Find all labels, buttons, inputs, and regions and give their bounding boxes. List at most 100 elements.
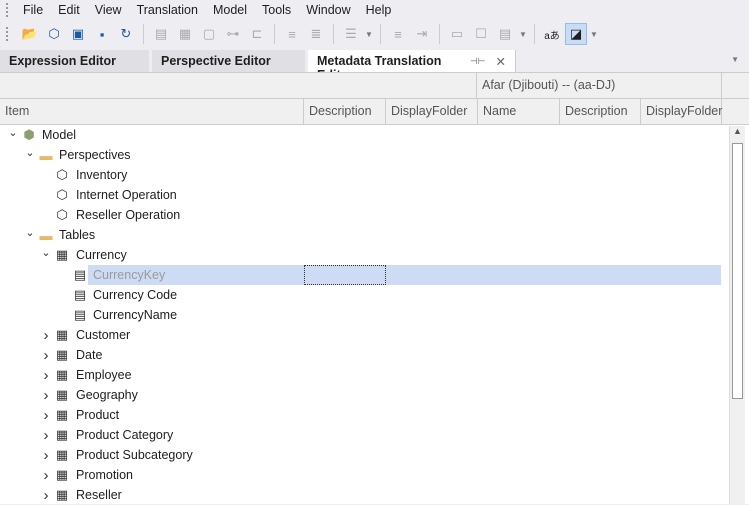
tree-row[interactable]: › ▦ Promotion bbox=[0, 465, 722, 485]
menu-model[interactable]: Model bbox=[207, 3, 256, 17]
tab-label: Metadata Translation Editor bbox=[317, 54, 442, 82]
save-icon[interactable]: ▪ bbox=[91, 23, 113, 45]
tree-row[interactable]: › ▦ Geography bbox=[0, 385, 722, 405]
column-header-translated-description[interactable]: Description bbox=[560, 99, 641, 124]
tree-item-label: Perspectives bbox=[59, 148, 131, 162]
chevron-right-icon[interactable]: › bbox=[40, 487, 52, 504]
chevron-down-icon[interactable]: ▼ bbox=[589, 30, 599, 39]
tree-row[interactable]: › ▦ Date bbox=[0, 345, 722, 365]
chevron-down-icon[interactable]: ⌄ bbox=[24, 146, 36, 159]
tree-row[interactable]: ▤ CurrencyKey bbox=[0, 265, 722, 285]
menu-edit[interactable]: Edit bbox=[52, 3, 89, 17]
tree-row[interactable]: › ▦ Employee bbox=[0, 365, 722, 385]
tree-item-label: CurrencyKey bbox=[93, 268, 166, 282]
chevron-down-icon[interactable]: ⌄ bbox=[24, 226, 36, 239]
align-icon[interactable]: ☰ bbox=[340, 23, 362, 45]
chevron-right-icon[interactable]: › bbox=[40, 467, 52, 484]
tree-item-label: Employee bbox=[76, 368, 132, 382]
tree-row[interactable]: ⬡ Internet Operation bbox=[0, 185, 722, 205]
indent-icon[interactable]: ≡ bbox=[281, 23, 303, 45]
chevron-down-icon[interactable]: ⌄ bbox=[7, 126, 19, 139]
close-icon[interactable]: ✕ bbox=[496, 54, 506, 69]
tree-row[interactable]: › ▦ Reseller bbox=[0, 485, 722, 505]
tree-row[interactable]: ⬡ Reseller Operation bbox=[0, 205, 722, 225]
tree-item-label: Customer bbox=[76, 328, 131, 342]
hierarchy-icon[interactable]: ⊶ bbox=[222, 23, 244, 45]
tree-row[interactable]: › ▦ Customer bbox=[0, 325, 722, 345]
column-header-description[interactable]: Description bbox=[304, 99, 386, 124]
chevron-right-icon[interactable]: › bbox=[40, 407, 52, 424]
tree-row[interactable]: › ▦ Product Category bbox=[0, 425, 722, 445]
model-icon: ⬢ bbox=[23, 127, 35, 142]
menu-file[interactable]: File bbox=[17, 3, 52, 17]
tree-row[interactable]: ⌄ ⬢ Model bbox=[0, 125, 722, 145]
copy-icon[interactable]: ▣ bbox=[67, 23, 89, 45]
edit-icon[interactable]: ◪ bbox=[565, 23, 587, 45]
table-icon: ▦ bbox=[55, 247, 69, 262]
tree-row[interactable]: ⬡ Inventory bbox=[0, 165, 722, 185]
chevron-down-icon[interactable]: ⌄ bbox=[40, 246, 52, 259]
chevron-right-icon[interactable]: › bbox=[40, 427, 52, 444]
toolbar-grip[interactable] bbox=[6, 27, 9, 41]
menu-view[interactable]: View bbox=[89, 3, 131, 17]
column-header-item[interactable]: Item bbox=[0, 99, 304, 124]
tab-list-dropdown-icon[interactable]: ▼ bbox=[731, 55, 739, 64]
open-icon[interactable]: 📂 bbox=[19, 23, 41, 45]
tree-item-label: Inventory bbox=[76, 168, 128, 182]
menu-grip[interactable] bbox=[6, 3, 9, 17]
chevron-right-icon[interactable]: › bbox=[40, 327, 52, 344]
form-icon[interactable]: ▤ bbox=[494, 23, 516, 45]
scrollbar-thumb[interactable] bbox=[732, 143, 743, 399]
tree-item-label: Reseller Operation bbox=[76, 208, 181, 222]
new-file-icon[interactable]: ▢ bbox=[198, 23, 220, 45]
toolbar-separator bbox=[534, 24, 535, 44]
tree-row[interactable]: › ▦ Product bbox=[0, 405, 722, 425]
tab-metadata-translation-editor[interactable]: Metadata Translation Editor ⊣⊢ ✕ bbox=[308, 50, 516, 82]
vertical-scrollbar[interactable]: ▲ bbox=[729, 126, 745, 504]
column-header-translated-name[interactable]: Name bbox=[478, 99, 560, 124]
folder-icon: ▬ bbox=[39, 227, 53, 243]
layout-icon[interactable]: ▦ bbox=[174, 23, 196, 45]
tab-perspective-editor[interactable]: Perspective Editor bbox=[152, 50, 308, 73]
chevron-right-icon[interactable]: › bbox=[40, 447, 52, 464]
tree-row[interactable]: ⌄ ▦ Currency bbox=[0, 245, 722, 265]
tree-item-label: Currency bbox=[76, 248, 127, 262]
scroll-up-icon[interactable]: ▲ bbox=[730, 126, 745, 142]
comment-icon[interactable]: ☐ bbox=[470, 23, 492, 45]
folder-icon: ▬ bbox=[39, 147, 53, 163]
script-icon[interactable]: ⊏ bbox=[246, 23, 268, 45]
tree-row[interactable]: ⌄ ▬ Perspectives bbox=[0, 145, 722, 165]
column-header-displayfolder[interactable]: DisplayFolder bbox=[386, 99, 478, 124]
tree-item-label: Currency Code bbox=[93, 288, 178, 302]
tree-row[interactable]: › ▦ Product Subcategory bbox=[0, 445, 722, 465]
menu-window[interactable]: Window bbox=[300, 3, 359, 17]
chevron-down-icon[interactable]: ▼ bbox=[364, 30, 374, 39]
menu-help[interactable]: Help bbox=[360, 3, 401, 17]
menu-tools[interactable]: Tools bbox=[256, 3, 300, 17]
menu-translation[interactable]: Translation bbox=[131, 3, 207, 17]
refresh-icon[interactable]: ↻ bbox=[115, 23, 137, 45]
model-icon[interactable]: ⬡ bbox=[43, 23, 65, 45]
tree-row[interactable]: ▤ CurrencyName bbox=[0, 305, 722, 325]
tab-expression-editor[interactable]: Expression Editor bbox=[0, 50, 152, 73]
translate-icon[interactable]: aあ bbox=[541, 23, 563, 45]
chevron-down-icon[interactable]: ▼ bbox=[518, 30, 528, 39]
toolbar: 📂 ⬡ ▣ ▪ ↻ ▤ ▦ ▢ ⊶ ⊏ ≡ ≣ ☰ ▼ ≡ ⇥ ▭ ☐ ▤ ▼ aあ ◪ ▼ bbox=[0, 20, 749, 48]
outdent-icon[interactable]: ≣ bbox=[305, 23, 327, 45]
textbox-icon[interactable]: ▭ bbox=[446, 23, 468, 45]
document-icon[interactable]: ▤ bbox=[150, 23, 172, 45]
tree-item-label: Date bbox=[76, 348, 103, 362]
tree-row[interactable]: ⌄ ▬ Tables bbox=[0, 225, 722, 245]
chevron-right-icon[interactable]: › bbox=[40, 367, 52, 384]
import-icon[interactable]: ⇥ bbox=[411, 23, 433, 45]
pin-icon[interactable]: ⊣⊢ bbox=[470, 54, 486, 69]
column-header-translated-displayfolder[interactable]: DisplayFolder bbox=[641, 99, 722, 124]
chevron-right-icon[interactable]: › bbox=[40, 347, 52, 364]
table-icon: ▦ bbox=[55, 327, 69, 342]
table-icon: ▦ bbox=[55, 367, 69, 382]
tab-label: Expression Editor bbox=[9, 54, 116, 68]
tree-row[interactable]: ▤ Currency Code bbox=[0, 285, 722, 305]
table-icon: ▦ bbox=[55, 387, 69, 402]
center-icon[interactable]: ≡ bbox=[387, 23, 409, 45]
chevron-right-icon[interactable]: › bbox=[40, 387, 52, 404]
